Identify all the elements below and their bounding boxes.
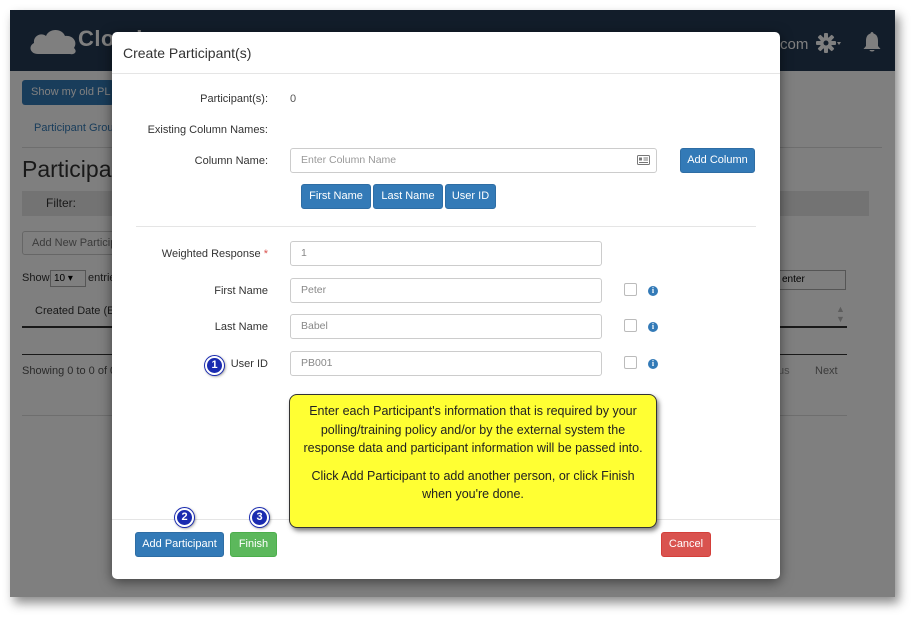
first-name-input[interactable]: Peter	[290, 278, 602, 303]
step-badge-3: 3	[250, 508, 269, 527]
existing-column-names-label: Existing Column Names:	[147, 124, 268, 136]
last-name-checkbox[interactable]	[624, 319, 637, 332]
callout-paragraph-1: Enter each Participant's information tha…	[303, 404, 643, 455]
add-participant-button[interactable]: Add Participant	[135, 532, 224, 557]
column-tag-last-name[interactable]: Last Name	[373, 184, 443, 209]
callout-paragraph-2: Click Add Participant to add another per…	[311, 468, 635, 502]
app-window: Cloud com Show my old PL Participant Gro…	[10, 10, 895, 597]
instruction-callout: Enter each Participant's information tha…	[289, 394, 657, 528]
add-column-button[interactable]: Add Column	[680, 148, 755, 173]
section-divider	[136, 226, 756, 227]
id-card-icon	[637, 155, 650, 165]
last-name-input[interactable]: Babel	[290, 314, 602, 339]
column-tag-first-name[interactable]: First Name	[301, 184, 371, 209]
info-icon[interactable]: i	[648, 322, 658, 332]
user-id-checkbox[interactable]	[624, 356, 637, 369]
info-icon[interactable]: i	[648, 359, 658, 369]
modal-title: Create Participant(s)	[123, 45, 252, 61]
column-tag-user-id[interactable]: User ID	[445, 184, 496, 209]
create-participant-modal: Create Participant(s) Participant(s): 0 …	[112, 32, 780, 579]
info-icon[interactable]: i	[648, 286, 658, 296]
column-name-input[interactable]: Enter Column Name	[290, 148, 657, 173]
first-name-checkbox[interactable]	[624, 283, 637, 296]
participants-count-label: Participant(s):	[200, 93, 268, 105]
step-badge-2: 2	[175, 508, 194, 527]
user-id-input[interactable]: PB001	[290, 351, 602, 376]
required-asterisk: *	[263, 248, 268, 260]
weighted-response-label-text: Weighted Response	[161, 248, 261, 260]
modal-header-divider	[112, 73, 780, 74]
last-name-label: Last Name	[214, 321, 268, 333]
column-name-label: Column Name:	[194, 155, 268, 167]
weighted-response-label: Weighted Response *	[142, 248, 268, 260]
step-badge-1: 1	[205, 356, 224, 375]
finish-button[interactable]: Finish	[230, 532, 277, 557]
participants-count-value: 0	[290, 93, 297, 105]
first-name-label: First Name	[214, 285, 268, 297]
weighted-response-input[interactable]: 1	[290, 241, 602, 266]
cancel-button[interactable]: Cancel	[661, 532, 711, 557]
